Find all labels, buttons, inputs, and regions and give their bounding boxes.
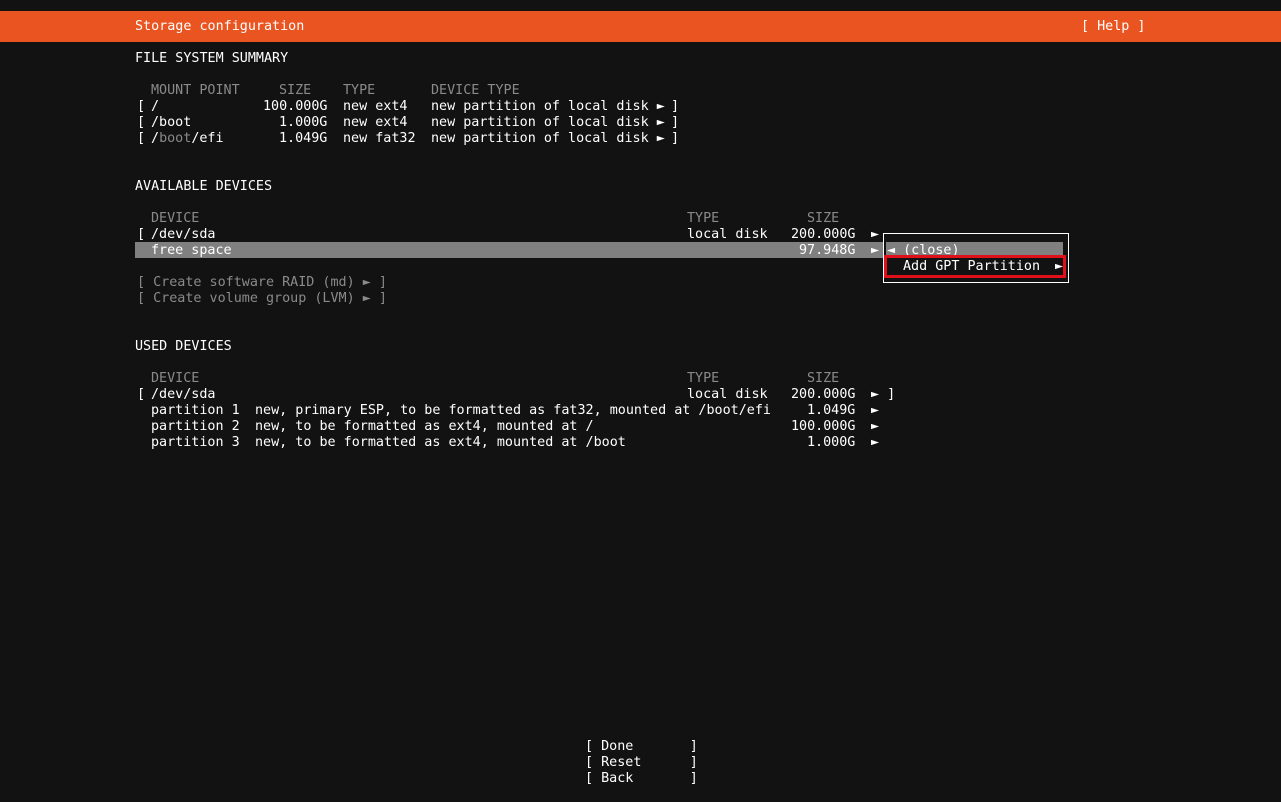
partition-size: 1.000G bbox=[807, 435, 856, 450]
device-type: local disk bbox=[687, 387, 768, 402]
mount-point: /boot bbox=[151, 115, 192, 130]
mount-point: /boot/efi bbox=[151, 131, 224, 147]
mount-point: / bbox=[151, 99, 160, 114]
row-bracket-end: ] bbox=[671, 115, 680, 130]
create-raid-button[interactable]: [ Create software RAID (md) ► ] bbox=[137, 275, 387, 291]
free-space-size: 97.948G bbox=[799, 243, 856, 258]
device-type: local disk bbox=[687, 227, 768, 242]
menu-arrow-icon[interactable]: ► ] bbox=[871, 387, 895, 403]
menu-arrow-icon[interactable]: ► bbox=[871, 419, 879, 435]
col-size: SIZE bbox=[279, 83, 312, 98]
mount-part: / bbox=[151, 131, 160, 146]
partition-desc: new, primary ESP, to be formatted as fat… bbox=[255, 403, 771, 418]
partition-desc: new, to be formatted as ext4, mounted at… bbox=[255, 435, 626, 450]
used-devices-title: USED DEVICES bbox=[135, 339, 232, 354]
partition-name: partition 2 bbox=[151, 419, 240, 434]
done-button[interactable]: [ Done ] bbox=[585, 739, 698, 755]
col-type: TYPE bbox=[343, 83, 376, 98]
free-space-label: free space bbox=[151, 243, 232, 258]
device-type: new partition of local disk ► bbox=[431, 99, 665, 114]
row-bracket: [ bbox=[137, 131, 146, 146]
device-name: /dev/sda bbox=[151, 227, 216, 242]
row-bracket: [ bbox=[137, 387, 146, 402]
menu-arrow-icon[interactable]: ► bbox=[871, 227, 879, 243]
size: 1.049G bbox=[279, 131, 328, 146]
menu-arrow-icon[interactable]: ► bbox=[871, 243, 879, 259]
device-type: new partition of local disk ► bbox=[431, 131, 665, 146]
reset-button[interactable]: [ Reset ] bbox=[585, 755, 698, 771]
device-size: 200.000G bbox=[791, 387, 856, 402]
col-device: DEVICE bbox=[151, 211, 200, 226]
col-type: TYPE bbox=[687, 371, 720, 386]
device-name: /dev/sda bbox=[151, 387, 216, 402]
top-strip bbox=[0, 0, 1281, 10]
row-bracket-end: ] bbox=[671, 131, 680, 146]
size: 100.000G bbox=[263, 99, 328, 114]
partition-size: 1.049G bbox=[807, 403, 856, 418]
col-mount-point: MOUNT POINT bbox=[151, 83, 240, 98]
back-button[interactable]: [ Back ] bbox=[585, 771, 698, 787]
row-bracket: [ bbox=[137, 115, 146, 130]
fs-type: new ext4 bbox=[343, 99, 408, 114]
fs-type: new ext4 bbox=[343, 115, 408, 130]
device-size: 200.000G bbox=[791, 227, 856, 242]
row-bracket: [ bbox=[137, 227, 146, 242]
page-title: Storage configuration bbox=[135, 19, 305, 34]
create-lvm-button[interactable]: [ Create volume group (LVM) ► ] bbox=[137, 291, 387, 307]
fs-summary-title: FILE SYSTEM SUMMARY bbox=[135, 51, 289, 66]
size: 1.000G bbox=[279, 115, 328, 130]
available-devices-title: AVAILABLE DEVICES bbox=[135, 179, 273, 194]
highlight-box bbox=[884, 255, 1066, 278]
fs-type: new fat32 bbox=[343, 131, 416, 146]
help-button[interactable]: [ Help ] bbox=[1081, 19, 1146, 35]
mount-part: /efi bbox=[191, 131, 224, 146]
free-space-row[interactable] bbox=[135, 242, 885, 258]
menu-arrow-icon[interactable]: ► bbox=[871, 435, 879, 451]
col-size: SIZE bbox=[807, 371, 840, 386]
menu-arrow-icon[interactable]: ► bbox=[871, 403, 879, 419]
partition-name: partition 3 bbox=[151, 435, 240, 450]
col-type: TYPE bbox=[687, 211, 720, 226]
mount-part-dim: boot bbox=[159, 131, 192, 146]
partition-size: 100.000G bbox=[791, 419, 856, 434]
col-device: DEVICE bbox=[151, 371, 200, 386]
device-type: new partition of local disk ► bbox=[431, 115, 665, 130]
col-device-type: DEVICE TYPE bbox=[431, 83, 520, 98]
partition-desc: new, to be formatted as ext4, mounted at… bbox=[255, 419, 594, 434]
col-size: SIZE bbox=[807, 211, 840, 226]
partition-name: partition 1 bbox=[151, 403, 240, 418]
row-bracket-end: ] bbox=[671, 99, 680, 114]
row-bracket: [ bbox=[137, 99, 146, 114]
